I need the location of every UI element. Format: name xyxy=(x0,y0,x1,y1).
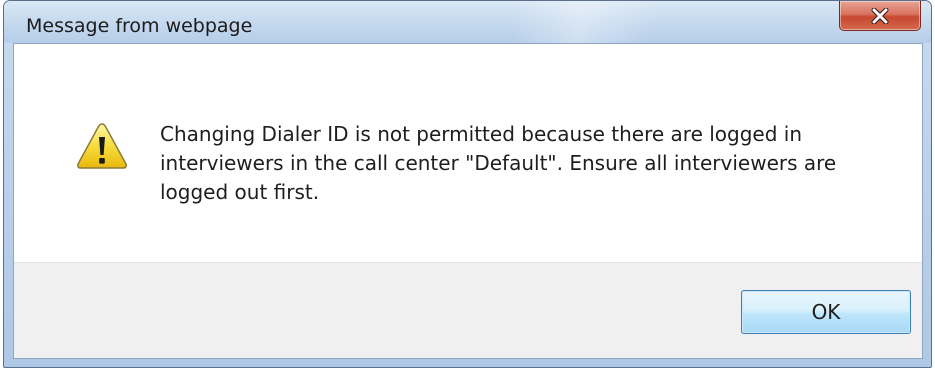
message-text: Changing Dialer ID is not permitted beca… xyxy=(160,120,900,207)
dialog-titlebar[interactable]: Message from webpage xyxy=(4,1,931,43)
dialog-title: Message from webpage xyxy=(26,15,253,37)
message-line: logged out first. xyxy=(160,180,320,204)
message-area: Changing Dialer ID is not permitted beca… xyxy=(14,44,922,262)
dialog-client-area: Changing Dialer ID is not permitted beca… xyxy=(13,43,923,359)
message-dialog-window: Message from webpage Changing Dialer ID … xyxy=(3,0,932,368)
close-button[interactable] xyxy=(839,1,921,31)
warning-icon xyxy=(77,123,127,169)
close-icon xyxy=(871,7,889,24)
message-line: Changing Dialer ID is not permitted beca… xyxy=(160,122,803,146)
button-area: OK xyxy=(14,262,922,358)
ok-button[interactable]: OK xyxy=(741,290,911,334)
message-line: interviewers in the call center "Default… xyxy=(160,151,837,175)
